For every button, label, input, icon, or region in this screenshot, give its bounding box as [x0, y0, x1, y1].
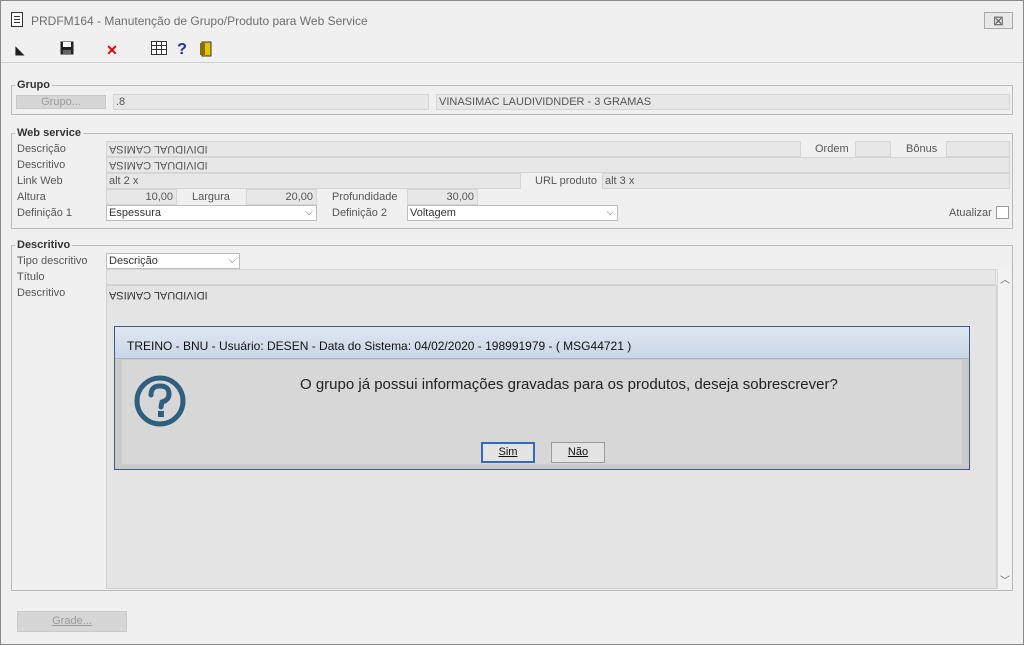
title-bar: PRDFM164 - Manutenção de Grupo/Produto p… — [1, 1, 1023, 39]
dialog-title: TREINO - BNU - Usuário: DESEN - Data do … — [127, 339, 632, 353]
exit-door-icon[interactable] — [197, 41, 215, 59]
dialog-body: O grupo já possui informações gravadas p… — [122, 360, 962, 464]
grupo-description-field: VINASIMAC LAUDIVIDNDER - 3 GRAMAS — [436, 94, 1010, 110]
chevron-down-icon: ⌵ — [228, 255, 236, 266]
yes-button[interactable]: Sim — [481, 442, 535, 463]
titulo-label: Título — [17, 271, 45, 283]
descricao-text: IDIVIDUAL CAMISA — [109, 143, 208, 155]
descritivo-ws-text: IDIVIDUAL CAMISA — [109, 159, 208, 171]
confirm-dialog: TREINO - BNU - Usuário: DESEN - Data do … — [114, 326, 970, 470]
definicao1-select[interactable]: Espessura ⌵ — [106, 205, 317, 221]
atualizar-label: Atualizar — [949, 207, 992, 219]
chevron-down-icon: ⌵ — [606, 207, 614, 218]
cursor-arrow-icon[interactable]: ◣ — [11, 41, 29, 59]
bonus-label: Bônus — [906, 143, 938, 155]
grupo-button[interactable]: Grupo... — [16, 95, 106, 109]
profundidade-field[interactable]: 30,00 — [407, 189, 478, 205]
question-circle-icon — [132, 373, 188, 432]
tipo-descritivo-value: Descrição — [109, 255, 158, 267]
definicao1-label: Definição 1 — [17, 207, 73, 219]
window-title: PRDFM164 - Manutenção de Grupo/Produto p… — [31, 14, 368, 28]
linkweb-label: Link Web — [17, 175, 63, 187]
main-window: PRDFM164 - Manutenção de Grupo/Produto p… — [0, 0, 1024, 645]
largura-label: Largura — [192, 191, 230, 203]
grupo-description-text: VINASIMAC LAUDIVIDNDER - 3 GRAMAS — [439, 96, 652, 108]
document-icon — [11, 12, 23, 27]
urlproduto-field[interactable]: alt 3 x — [602, 173, 1010, 189]
atualizar-checkbox[interactable] — [996, 206, 1009, 219]
bonus-field[interactable] — [946, 141, 1010, 157]
altura-label: Altura — [17, 191, 46, 203]
red-x-icon[interactable]: ✕ — [103, 41, 121, 59]
altura-field[interactable]: 10,00 — [106, 189, 177, 205]
definicao1-value: Espessura — [109, 207, 161, 219]
dialog-message: O grupo já possui informações gravadas p… — [300, 376, 838, 393]
table-grid-icon[interactable] — [150, 41, 168, 59]
scroll-up-icon[interactable]: ︿ — [1000, 271, 1010, 286]
definicao2-label: Definição 2 — [332, 207, 388, 219]
grade-button[interactable]: Grade... — [17, 611, 127, 632]
definicao2-select[interactable]: Voltagem ⌵ — [407, 205, 618, 221]
toolbar: ◣ ✕ ? — [1, 39, 1023, 63]
profundidade-label: Profundidade — [332, 191, 398, 203]
descritivo-ws-label: Descritivo — [17, 159, 66, 171]
definicao2-value: Voltagem — [410, 207, 456, 219]
chevron-down-icon: ⌵ — [305, 207, 313, 218]
webservice-legend: Web service — [15, 127, 84, 139]
linkweb-field[interactable]: alt 2 x — [106, 173, 521, 189]
descritivo-scrollbar[interactable]: ︿ ﹀ — [997, 269, 1011, 589]
grupo-legend: Grupo — [15, 79, 52, 91]
descritivo-legend: Descritivo — [15, 239, 73, 251]
descritivo-textarea-text: IDIVIDUAL CAMISA — [109, 289, 208, 301]
no-button[interactable]: Não — [551, 442, 605, 463]
floppy-disk-icon[interactable] — [58, 41, 76, 59]
close-button[interactable]: ⊠ — [984, 12, 1013, 29]
question-mark-icon[interactable]: ? — [173, 41, 191, 59]
largura-field[interactable]: 20,00 — [246, 189, 317, 205]
ordem-field[interactable] — [855, 141, 891, 157]
descritivo-ws-field[interactable]: IDIVIDUAL CAMISA — [106, 157, 1010, 173]
descritivo-text-label: Descritivo — [17, 287, 66, 299]
ordem-label: Ordem — [815, 143, 849, 155]
descricao-field[interactable]: IDIVIDUAL CAMISA — [106, 141, 801, 157]
tipo-descritivo-select[interactable]: Descrição ⌵ — [106, 253, 240, 269]
grupo-code-field[interactable]: .8 — [113, 94, 429, 110]
scroll-down-icon[interactable]: ﹀ — [1000, 572, 1010, 587]
urlproduto-label: URL produto — [535, 175, 597, 187]
descricao-label: Descrição — [17, 143, 66, 155]
tipo-descritivo-label: Tipo descritivo — [17, 255, 88, 267]
titulo-field[interactable] — [106, 269, 996, 285]
dialog-title-bar: TREINO - BNU - Usuário: DESEN - Data do … — [115, 327, 969, 359]
